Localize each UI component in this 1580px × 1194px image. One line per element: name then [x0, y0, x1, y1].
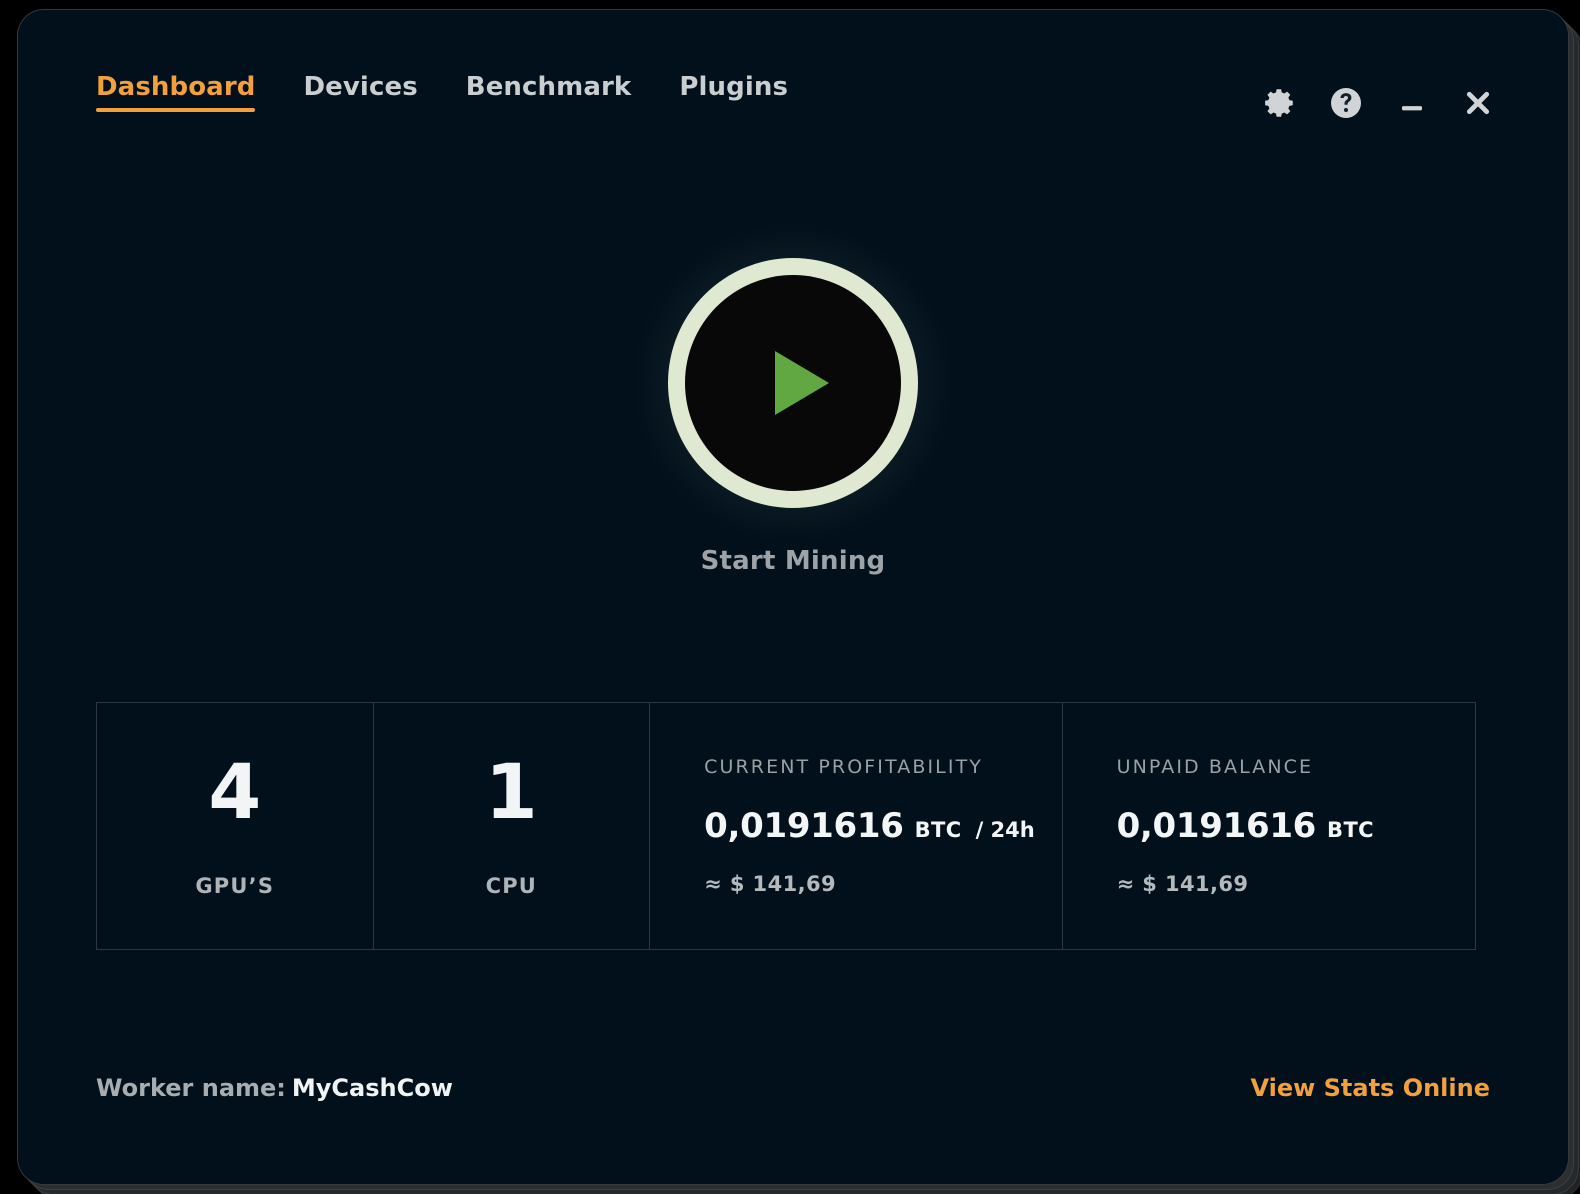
- minimize-icon: [1397, 88, 1427, 118]
- gpu-count-value: 4: [208, 754, 261, 830]
- stat-cpu-count: 1 CPU: [374, 703, 651, 949]
- window-controls: [1252, 75, 1506, 131]
- worker-name-label: Worker name:: [96, 1074, 286, 1102]
- profitability-fiat: ≈ $ 141,69: [704, 872, 1061, 896]
- help-button[interactable]: [1318, 75, 1374, 131]
- close-button[interactable]: [1450, 75, 1506, 131]
- profitability-amount: 0,0191616: [704, 806, 903, 846]
- play-icon: [775, 351, 829, 415]
- unpaid-balance-value: 0,0191616 BTC: [1117, 806, 1475, 846]
- start-mining-label: Start Mining: [701, 546, 886, 576]
- unpaid-balance-fiat: ≈ $ 141,69: [1117, 872, 1475, 896]
- application-surface: Dashboard Devices Benchmark Plugins: [18, 10, 1568, 1184]
- profitability-unit: BTC: [915, 818, 962, 842]
- profitability-period: / 24h: [976, 818, 1035, 842]
- tab-devices[interactable]: Devices: [303, 72, 417, 112]
- profitability-value: 0,0191616 BTC / 24h: [704, 806, 1061, 846]
- stat-unpaid-balance: UNPAID BALANCE 0,0191616 BTC ≈ $ 141,69: [1063, 703, 1475, 949]
- application-window: Dashboard Devices Benchmark Plugins: [18, 10, 1568, 1184]
- main-navigation: Dashboard Devices Benchmark Plugins: [96, 72, 788, 112]
- gpu-count-label: GPU’S: [195, 874, 274, 898]
- tab-plugins[interactable]: Plugins: [679, 72, 788, 112]
- gear-icon: [1263, 86, 1297, 120]
- view-stats-online-link[interactable]: View Stats Online: [1250, 1074, 1490, 1102]
- close-icon: [1462, 87, 1494, 119]
- unpaid-balance-title: UNPAID BALANCE: [1117, 756, 1475, 778]
- worker-name-row: Worker name:MyCashCow: [96, 1074, 453, 1102]
- stat-current-profitability: CURRENT PROFITABILITY 0,0191616 BTC / 24…: [650, 703, 1062, 949]
- settings-button[interactable]: [1252, 75, 1308, 131]
- unpaid-balance-amount: 0,0191616: [1117, 806, 1316, 846]
- minimize-button[interactable]: [1384, 75, 1440, 131]
- top-bar: Dashboard Devices Benchmark Plugins: [18, 10, 1568, 140]
- stat-gpu-count: 4 GPU’S: [97, 703, 374, 949]
- stats-panel: 4 GPU’S 1 CPU CURRENT PROFITABILITY 0,01…: [96, 702, 1476, 950]
- tab-dashboard[interactable]: Dashboard: [96, 72, 255, 112]
- profitability-title: CURRENT PROFITABILITY: [704, 756, 1061, 778]
- hero-section: Start Mining: [18, 258, 1568, 576]
- footer-bar: Worker name:MyCashCow View Stats Online: [96, 1062, 1490, 1114]
- unpaid-balance-unit: BTC: [1327, 818, 1374, 842]
- tab-benchmark[interactable]: Benchmark: [466, 72, 632, 112]
- help-circle-icon: [1328, 85, 1364, 121]
- cpu-count-label: CPU: [486, 874, 537, 898]
- start-mining-button[interactable]: [668, 258, 918, 508]
- worker-name-value: MyCashCow: [292, 1074, 453, 1102]
- cpu-count-value: 1: [485, 754, 538, 830]
